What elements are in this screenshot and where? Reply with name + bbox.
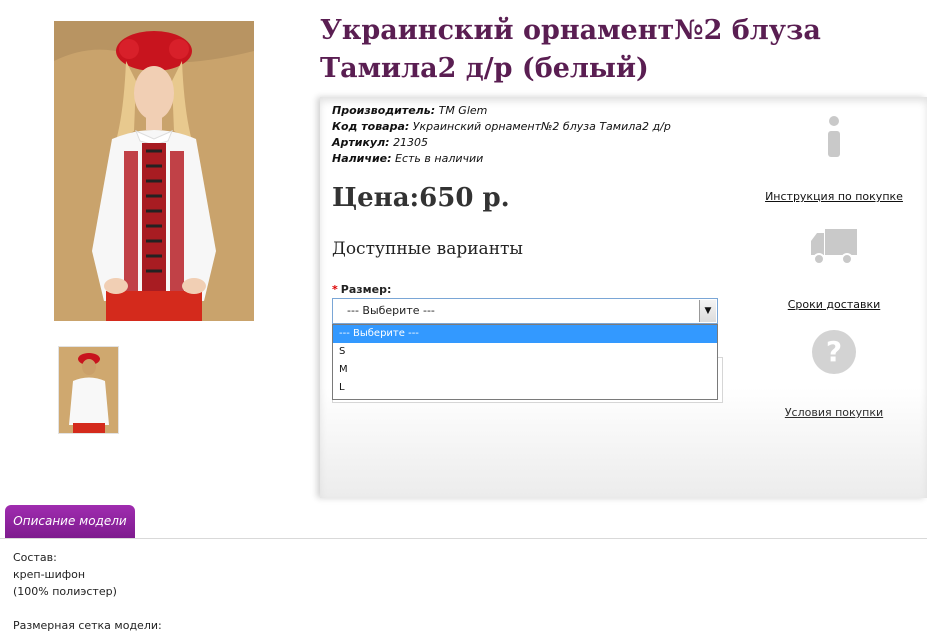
required-mark: * — [332, 283, 338, 296]
product-meta: Производитель: ТМ Glem Код товара: Украи… — [332, 103, 671, 167]
thumbnail-illustration — [59, 347, 118, 433]
svg-text:?: ? — [826, 335, 842, 368]
purchase-conditions-link[interactable]: Условия покупки — [785, 406, 883, 419]
size-option[interactable]: M — [333, 361, 717, 379]
purchase-instructions-link[interactable]: Инструкция по покупке — [765, 190, 903, 203]
manufacturer-row: Производитель: ТМ Glem — [332, 103, 671, 119]
manufacturer-label: Производитель: — [332, 104, 436, 117]
size-option[interactable]: S — [333, 343, 717, 361]
product-info-panel: Производитель: ТМ Glem Код товара: Украи… — [320, 97, 927, 498]
product-price: Цена:650 р. — [332, 183, 510, 213]
description-content: Состав: креп-шифон (100% полиэстер) Разм… — [13, 549, 162, 634]
stock-label: Наличие: — [332, 152, 392, 165]
truck-icon — [811, 229, 857, 265]
delivery-terms[interactable]: Сроки доставки — [764, 225, 904, 311]
product-code-row: Код товара: Украинский орнамент№2 блуза … — [332, 119, 671, 135]
purchase-conditions[interactable]: ? Условия покупки — [764, 329, 904, 419]
sku-row: Артикул: 21305 — [332, 135, 671, 151]
size-chart-label: Размерная сетка модели: — [13, 619, 162, 632]
product-code-label: Код товара: — [332, 120, 410, 133]
purchase-instructions[interactable]: Инструкция по покупке — [764, 115, 904, 203]
sku-label: Артикул: — [332, 136, 390, 149]
composition-label: Состав: — [13, 551, 57, 564]
fabric-name: креп-шифон — [13, 568, 86, 581]
size-label: * Размер: — [332, 283, 391, 296]
product-thumbnail[interactable] — [58, 346, 119, 434]
stock-row: Наличие: Есть в наличии — [332, 151, 671, 167]
manufacturer-value[interactable]: ТМ Glem — [439, 104, 488, 117]
product-title: Украинский орнамент№2 блуза Тамила2 д/р … — [320, 15, 821, 84]
fabric-detail: (100% полиэстер) — [13, 585, 117, 598]
sku-value: 21305 — [393, 136, 429, 149]
product-main-photo[interactable] — [54, 21, 254, 321]
model-photo-illustration — [54, 21, 254, 321]
tab-divider — [0, 538, 927, 539]
question-icon: ? — [812, 330, 856, 374]
size-select-value: --- Выберите --- — [347, 304, 435, 317]
size-option[interactable]: --- Выберите --- — [333, 325, 717, 343]
delivery-terms-link[interactable]: Сроки доставки — [788, 298, 881, 311]
stock-value: Есть в наличии — [395, 152, 484, 165]
size-dropdown-list[interactable]: --- Выберите --- S M L — [332, 324, 718, 400]
size-label-text: Размер: — [340, 283, 392, 296]
info-icon — [828, 116, 840, 157]
size-select[interactable]: --- Выберите --- ▼ — [332, 298, 718, 324]
tab-model-description[interactable]: Описание модели — [5, 505, 135, 538]
chevron-down-icon[interactable]: ▼ — [699, 300, 716, 322]
variants-heading: Доступные варианты — [332, 239, 523, 259]
size-option[interactable]: L — [333, 379, 717, 397]
product-code-value: Украинский орнамент№2 блуза Тамила2 д/р — [412, 120, 671, 133]
